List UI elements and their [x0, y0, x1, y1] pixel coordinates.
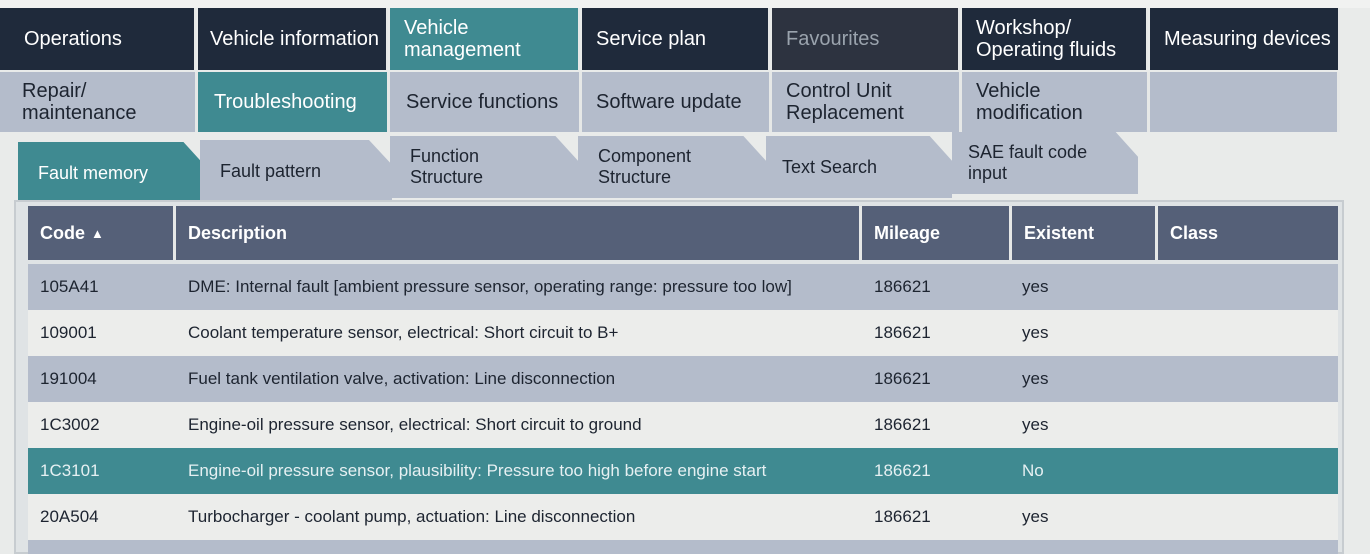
column-header-description[interactable]: Description	[176, 206, 862, 260]
tab-label: Workshop/ Operating fluids	[976, 17, 1117, 61]
tab-measuring-devices[interactable]: Measuring devices	[1150, 8, 1340, 70]
cell-existent: yes	[1022, 369, 1049, 388]
column-header-mileage[interactable]: Mileage	[862, 206, 1012, 260]
tab-vehicle-information[interactable]: Vehicle information	[198, 8, 388, 70]
tab-label: Text Search	[782, 156, 878, 177]
table-row-partial	[28, 540, 1338, 554]
cell-existent: yes	[1022, 277, 1049, 296]
cell-description: Turbocharger - coolant pump, actuation: …	[188, 507, 636, 526]
cell-description: Coolant temperature sensor, electrical: …	[188, 323, 619, 342]
tab-label: SAE fault code input	[968, 142, 1088, 183]
tab-workshop-operating-fluids[interactable]: Workshop/ Operating fluids	[962, 8, 1148, 70]
tab-label: Vehicle information	[210, 28, 379, 50]
tab-favourites[interactable]: Favourites	[772, 8, 960, 70]
tab-component-structure[interactable]: Component Structure	[578, 136, 766, 198]
main-navigation: Operations Vehicle information Vehicle m…	[0, 8, 1340, 70]
cell-description: Fuel tank ventilation valve, activation:…	[188, 369, 616, 388]
tab-service-functions[interactable]: Service functions	[390, 72, 582, 132]
cell-description: DME: Internal fault [ambient pressure se…	[188, 277, 792, 296]
cell-code: 1C3002	[40, 415, 100, 434]
tab-fault-memory[interactable]: Fault memory	[18, 142, 206, 204]
tab-label: Troubleshooting	[214, 91, 357, 113]
fault-tabs: Fault memory Fault pattern Function Stru…	[0, 132, 1340, 204]
header-label: Description	[188, 222, 288, 243]
cell-code: 191004	[40, 369, 97, 388]
table-header: Code ▲ Description Mileage Existent Class	[28, 206, 1338, 260]
tab-label: Function Structure	[410, 146, 484, 187]
tab-label: Fault memory	[38, 162, 149, 183]
tab-label: Fault pattern	[220, 160, 322, 181]
tab-label: Vehicle management	[404, 17, 521, 61]
column-header-class[interactable]: Class	[1158, 206, 1338, 260]
tab-fault-pattern[interactable]: Fault pattern	[200, 140, 392, 202]
cell-mileage: 186621	[874, 415, 931, 434]
cell-code: 109001	[40, 323, 97, 342]
cell-mileage: 186621	[874, 369, 931, 388]
column-header-code[interactable]: Code ▲	[28, 206, 176, 260]
cell-code: 20A504	[40, 507, 99, 526]
cell-code: 105A41	[40, 277, 99, 296]
cell-mileage: 186621	[874, 323, 931, 342]
table-row[interactable]: 191004 Fuel tank ventilation valve, acti…	[28, 356, 1338, 402]
cell-mileage: 186621	[874, 277, 931, 296]
tab-troubleshooting[interactable]: Troubleshooting	[198, 72, 390, 132]
top-strip	[0, 0, 1370, 8]
cell-description: Engine-oil pressure sensor, plausibility…	[188, 461, 767, 480]
header-label: Code	[40, 222, 85, 243]
table-row[interactable]: 1C3002 Engine-oil pressure sensor, elect…	[28, 402, 1338, 448]
tab-label: Service plan	[596, 28, 707, 50]
table-row[interactable]: 109001 Coolant temperature sensor, elect…	[28, 310, 1338, 356]
tab-label: Favourites	[786, 28, 880, 50]
tab-label: Service functions	[406, 91, 559, 113]
header-label: Existent	[1024, 222, 1095, 243]
column-header-existent[interactable]: Existent	[1012, 206, 1158, 260]
tab-label: Operations	[24, 28, 122, 50]
table-row[interactable]: 105A41 DME: Internal fault [ambient pres…	[28, 264, 1338, 310]
table-row[interactable]: 20A504 Turbocharger - coolant pump, actu…	[28, 494, 1338, 540]
cell-code: 1C3101	[40, 461, 100, 480]
cell-mileage: 186621	[874, 461, 931, 480]
cell-existent: yes	[1022, 415, 1049, 434]
tab-empty	[1150, 72, 1340, 132]
cell-description: Engine-oil pressure sensor, electrical: …	[188, 415, 642, 434]
tab-control-unit-replacement[interactable]: Control Unit Replacement	[772, 72, 962, 132]
tab-repair-maintenance[interactable]: Repair/ maintenance	[0, 72, 198, 132]
tab-vehicle-modification[interactable]: Vehicle modification	[962, 72, 1150, 132]
cell-existent: yes	[1022, 507, 1049, 526]
tab-label: Software update	[596, 91, 742, 113]
tab-software-update[interactable]: Software update	[582, 72, 772, 132]
tab-label: Vehicle modification	[976, 80, 1083, 124]
sort-ascending-icon: ▲	[91, 225, 104, 241]
cell-mileage: 186621	[874, 507, 931, 526]
tab-vehicle-management[interactable]: Vehicle management	[390, 8, 580, 70]
header-label: Mileage	[874, 222, 941, 243]
tab-label: Repair/ maintenance	[22, 80, 137, 124]
cell-existent: yes	[1022, 323, 1049, 342]
sub-navigation: Repair/ maintenance Troubleshooting Serv…	[0, 72, 1340, 132]
header-label: Class	[1170, 222, 1219, 243]
tab-label: Component Structure	[598, 146, 692, 187]
tab-service-plan[interactable]: Service plan	[582, 8, 770, 70]
cell-existent: No	[1022, 461, 1044, 480]
tab-operations[interactable]: Operations	[0, 8, 196, 70]
table-row-selected[interactable]: 1C3101 Engine-oil pressure sensor, plaus…	[28, 448, 1338, 494]
tab-sae-fault-code-input[interactable]: SAE fault code input	[952, 132, 1138, 194]
tab-label: Measuring devices	[1164, 28, 1331, 50]
tab-text-search[interactable]: Text Search	[766, 136, 952, 198]
tab-label: Control Unit Replacement	[786, 80, 904, 124]
tab-function-structure[interactable]: Function Structure	[390, 136, 578, 198]
